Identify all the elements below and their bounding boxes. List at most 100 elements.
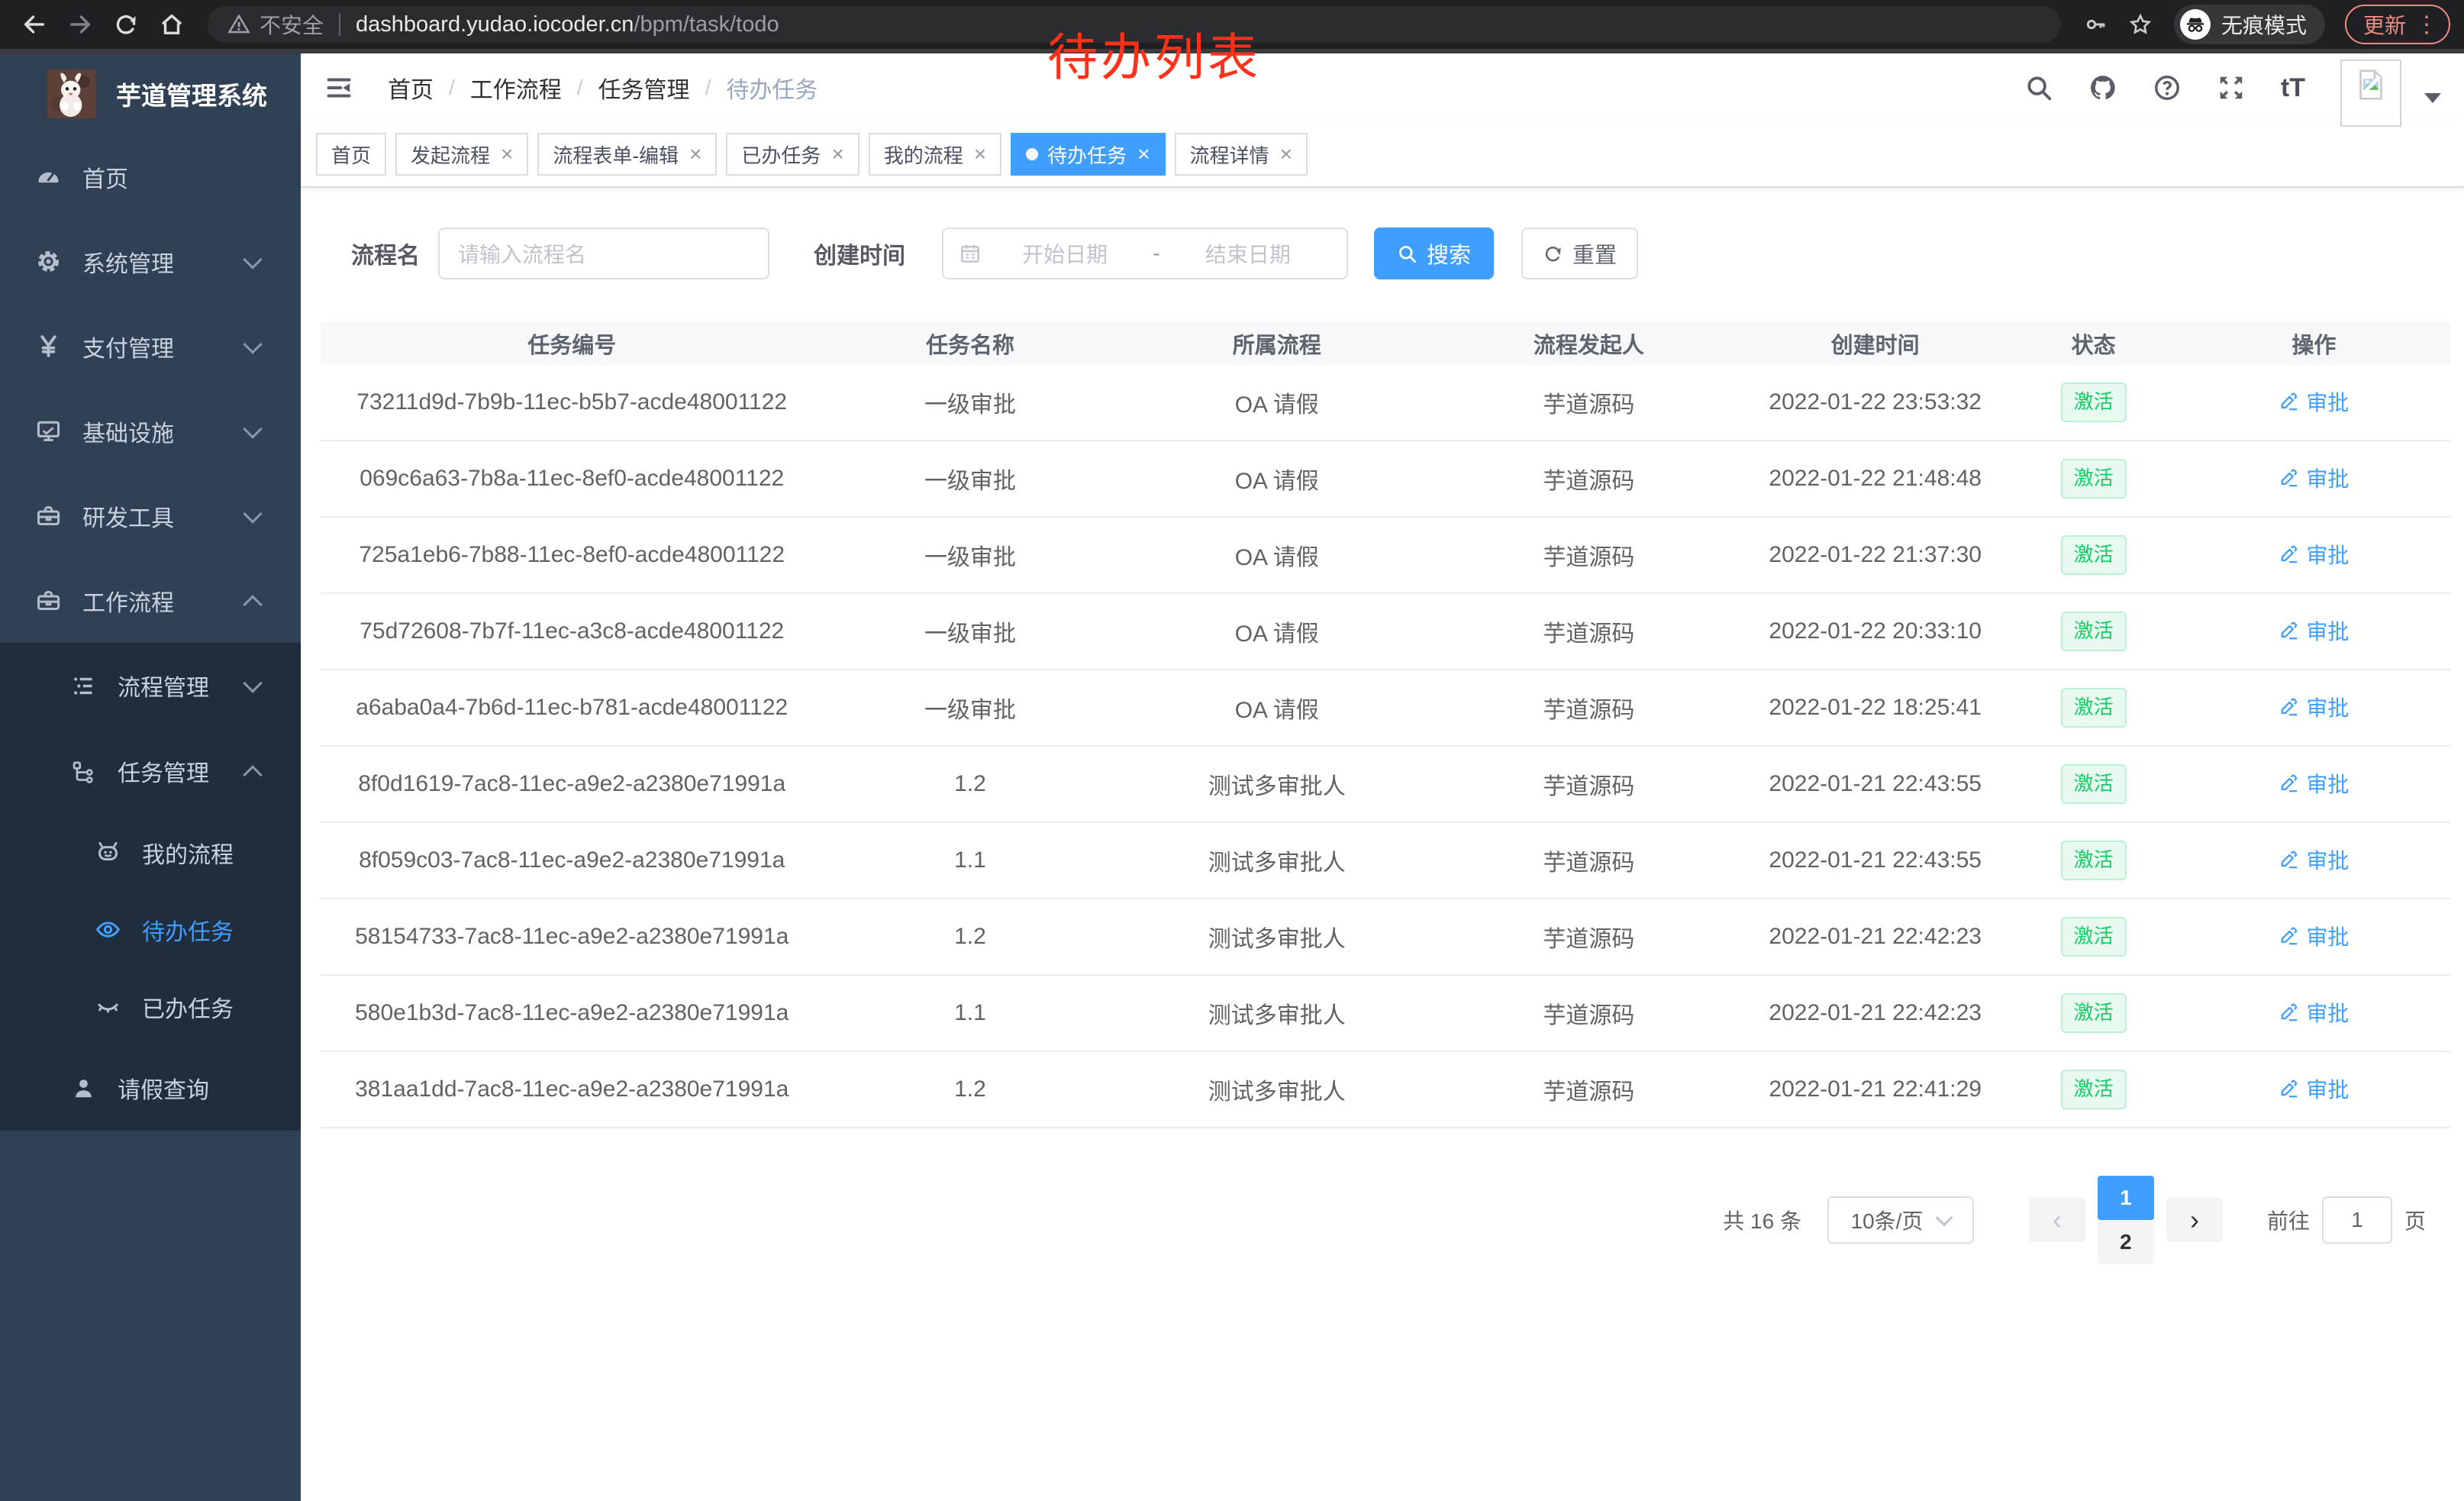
status-badge: 激活 [2061, 612, 2127, 651]
page-size-select[interactable]: 10条/页 [1827, 1196, 1974, 1244]
incognito-icon [2180, 9, 2211, 40]
breadcrumb-item-2[interactable]: 任务管理 [598, 71, 690, 105]
tab-3[interactable]: 已办任务× [726, 133, 859, 176]
task-id: 725a1eb6-7b88-11ec-8ef0-acde48001122 [321, 542, 823, 568]
approve-link[interactable]: 审批 [2279, 692, 2349, 722]
process-starter: 芋道源码 [1437, 462, 1741, 495]
process-name: OA 请假 [1117, 386, 1437, 419]
tab-close-icon[interactable]: × [1137, 144, 1150, 165]
prev-page-button[interactable]: ‹ [2029, 1198, 2085, 1242]
tab-label: 我的流程 [884, 140, 963, 169]
tab-label: 流程详情 [1190, 140, 1269, 169]
approve-link[interactable]: 审批 [2279, 1073, 2349, 1104]
approve-link[interactable]: 审批 [2279, 921, 2349, 951]
active-dot-icon [1026, 148, 1038, 160]
table-row: 73211d9d-7b9b-11ec-b5b7-acde48001122一级审批… [321, 365, 2450, 441]
process-name: OA 请假 [1117, 538, 1437, 572]
avatar-broken-image[interactable] [2340, 60, 2401, 127]
task-name: 1.2 [823, 1077, 1117, 1102]
date-range-picker[interactable]: 开始日期 - 结束日期 [942, 228, 1348, 279]
sidebar-item-9[interactable]: 待办任务 [0, 891, 301, 968]
github-icon[interactable] [2088, 73, 2117, 102]
tab-6[interactable]: 流程详情 × [1175, 133, 1308, 176]
create-time: 2022-01-21 22:42:23 [1741, 924, 2010, 950]
fullscreen-icon[interactable] [2217, 73, 2246, 102]
sidebar-item-label: 请假查询 [118, 1071, 209, 1105]
edit-pen-icon [2279, 1002, 2299, 1023]
task-name: 1.1 [823, 847, 1117, 873]
font-size-icon[interactable]: tT [2281, 73, 2305, 103]
reset-button[interactable]: 重置 [1521, 228, 1638, 279]
url-host: dashboard.yudao.iocoder.cn [356, 12, 634, 37]
sidebar-item-6[interactable]: 流程管理 [0, 643, 301, 728]
chrome-update-button[interactable]: 更新 ⋮ [2345, 5, 2450, 44]
approve-link[interactable]: 审批 [2279, 768, 2349, 799]
task-name: 1.2 [823, 924, 1117, 950]
approve-link[interactable]: 审批 [2279, 386, 2349, 417]
chevron-down-icon [243, 250, 262, 269]
page-button-2[interactable]: 2 [2098, 1220, 2154, 1264]
sidebar-item-2[interactable]: 支付管理 [0, 304, 301, 389]
sidebar-item-1[interactable]: 系统管理 [0, 219, 301, 304]
approve-link[interactable]: 审批 [2279, 539, 2349, 570]
sidebar-collapse-icon[interactable] [324, 74, 354, 102]
breadcrumb: 首页/工作流程/任务管理/待办任务 [388, 71, 818, 105]
chevron-up-icon [243, 765, 262, 784]
breadcrumb-item-1[interactable]: 工作流程 [470, 71, 562, 105]
tab-close-icon[interactable]: × [974, 144, 986, 165]
sidebar-item-11[interactable]: 请假查询 [0, 1045, 301, 1131]
sidebar-item-10[interactable]: 已办任务 [0, 968, 301, 1045]
tab-0[interactable]: 首页 [316, 133, 386, 176]
sidebar-item-7[interactable]: 任务管理 [0, 728, 301, 814]
approve-link-label: 审批 [2306, 386, 2349, 417]
breadcrumb-item-0[interactable]: 首页 [388, 71, 434, 105]
approve-link[interactable]: 审批 [2279, 615, 2349, 646]
header-search-icon[interactable] [2024, 73, 2053, 102]
approve-link[interactable]: 审批 [2279, 844, 2349, 875]
browser-back-icon[interactable] [14, 4, 55, 45]
help-icon[interactable] [2153, 73, 2182, 102]
password-key-icon[interactable] [2084, 12, 2108, 37]
browser-reload-icon[interactable] [105, 4, 147, 45]
table-row: 580e1b3d-7ac8-11ec-a9e2-a2380e71991a1.1测… [321, 976, 2450, 1052]
tab-close-icon[interactable]: × [501, 144, 513, 165]
search-button-label: 搜索 [1427, 237, 1471, 270]
browser-menu-icon[interactable]: ⋮ [2415, 11, 2438, 38]
url-bar[interactable]: 不安全 dashboard.yudao.iocoder.cn /bpm/task… [208, 6, 2061, 43]
sidebar-item-3[interactable]: 基础设施 [0, 389, 301, 473]
search-button[interactable]: 搜索 [1374, 228, 1494, 279]
page-button-1[interactable]: 1 [2098, 1176, 2154, 1220]
table-row: 381aa1dd-7ac8-11ec-a9e2-a2380e71991a1.2测… [321, 1052, 2450, 1128]
tab-close-icon[interactable]: × [689, 144, 701, 165]
next-page-button[interactable]: › [2166, 1198, 2223, 1242]
tab-1[interactable]: 发起流程× [395, 133, 528, 176]
approve-link[interactable]: 审批 [2279, 997, 2349, 1028]
refresh-icon [1543, 244, 1563, 264]
tab-2[interactable]: 流程表单-编辑× [537, 133, 717, 176]
calendar-icon [959, 242, 982, 265]
browser-home-icon[interactable] [151, 4, 192, 45]
process-starter: 芋道源码 [1437, 538, 1741, 572]
process-name-input[interactable]: 请输入流程名 [438, 228, 769, 279]
sidebar-item-8[interactable]: 我的流程 [0, 814, 301, 891]
column-header: 所属流程 [1117, 328, 1437, 360]
goto-page-input[interactable]: 1 [2322, 1196, 2392, 1244]
task-id: 381aa1dd-7ac8-11ec-a9e2-a2380e71991a [321, 1077, 823, 1102]
app-logo-row[interactable]: 芋道管理系统 [0, 53, 301, 134]
avatar-caret-down-icon[interactable] [2424, 93, 2441, 103]
process-starter: 芋道源码 [1437, 767, 1741, 801]
approve-link[interactable]: 审批 [2279, 463, 2349, 493]
process-name: 测试多审批人 [1117, 1073, 1437, 1106]
filter-form: 流程名 请输入流程名 创建时间 开始日期 - 结束日期 搜索 [351, 228, 2444, 279]
tab-close-icon[interactable]: × [831, 144, 843, 165]
browser-forward-icon[interactable] [60, 4, 101, 45]
approve-link-label: 审批 [2306, 997, 2349, 1028]
sidebar-item-4[interactable]: 研发工具 [0, 473, 301, 558]
tab-5[interactable]: 待办任务× [1011, 133, 1165, 176]
bookmark-star-icon[interactable] [2128, 12, 2153, 37]
sidebar-item-0[interactable]: 首页 [0, 134, 301, 219]
tab-close-icon[interactable]: × [1280, 144, 1292, 165]
sidebar-item-label: 系统管理 [82, 245, 174, 279]
sidebar-item-5[interactable]: 工作流程 [0, 558, 301, 643]
tab-4[interactable]: 我的流程 × [869, 133, 1001, 176]
